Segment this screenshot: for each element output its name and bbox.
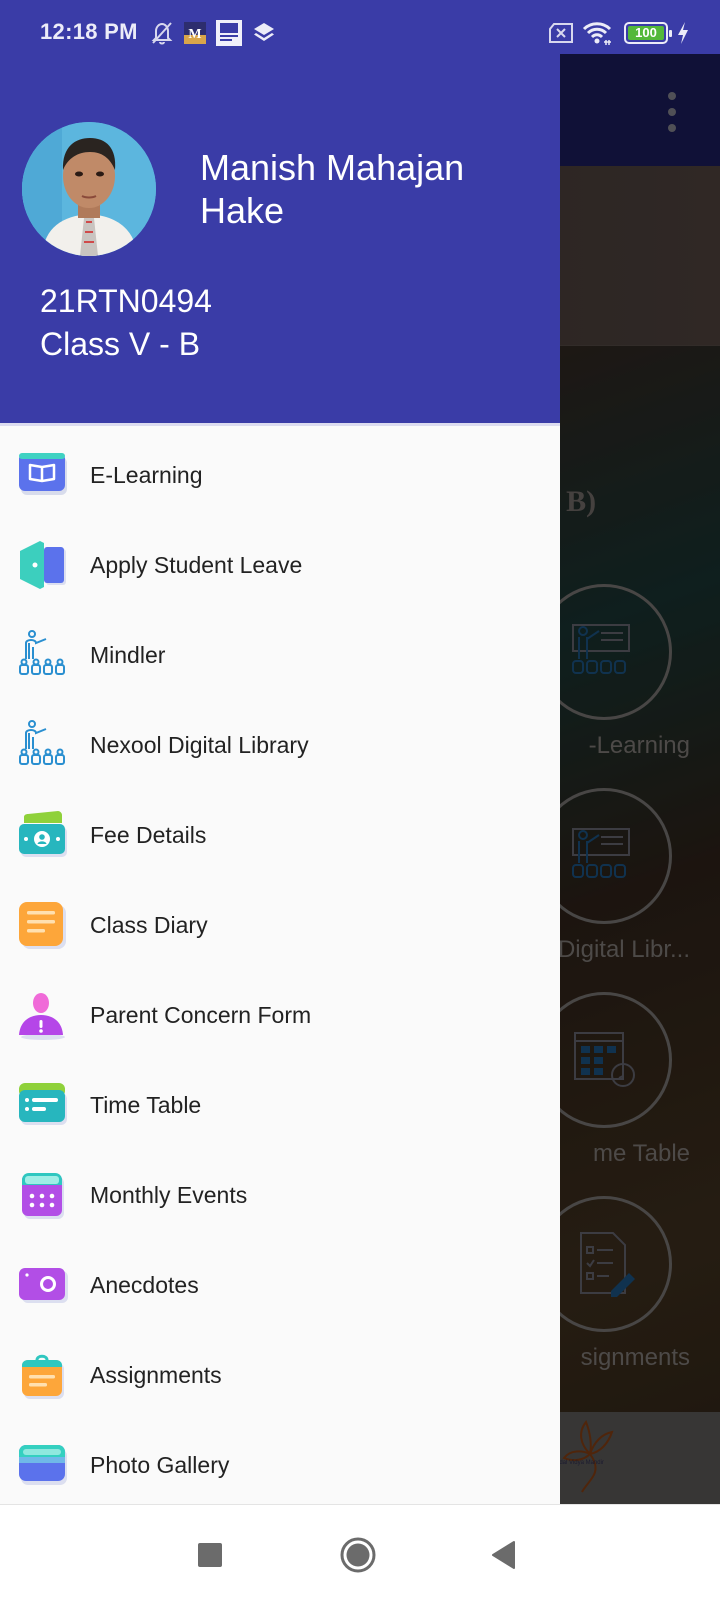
notifications-off-icon bbox=[150, 20, 174, 46]
menu-item-label: Parent Concern Form bbox=[90, 1001, 312, 1028]
user-name: Manish Mahajan Hake bbox=[200, 147, 465, 231]
home-circle-icon bbox=[340, 1537, 376, 1573]
avatar[interactable] bbox=[22, 122, 156, 256]
clipboard-icon bbox=[22, 1354, 64, 1399]
teacher-class-icon bbox=[19, 630, 65, 675]
camera-icon bbox=[19, 1268, 68, 1303]
menu-item-label: Anecdotes bbox=[90, 1271, 199, 1298]
wifi-icon bbox=[582, 20, 612, 46]
menu-item-apply-student-leave[interactable]: Apply Student Leave bbox=[0, 520, 560, 610]
menu-item-e-learning[interactable]: E-Learning bbox=[0, 430, 560, 520]
menu-item-nexool-digital-library[interactable]: Nexool Digital Library bbox=[0, 700, 560, 790]
menu-item-label: Time Table bbox=[90, 1091, 202, 1118]
drawer-header: Manish Mahajan Hake 21RTN0494 Class V - … bbox=[0, 54, 560, 426]
navigation-drawer: Manish Mahajan Hake 21RTN0494 Class V - … bbox=[0, 54, 560, 1504]
door-exit-icon bbox=[20, 541, 66, 589]
sim-card-missing-icon bbox=[548, 20, 574, 46]
menu-item-label: Class Diary bbox=[90, 911, 208, 938]
svg-text:M: M bbox=[188, 27, 201, 42]
menu-item-anecdotes[interactable]: Anecdotes bbox=[0, 1240, 560, 1330]
book-icon bbox=[19, 453, 67, 495]
menu-item-photo-gallery[interactable]: Photo Gallery bbox=[0, 1420, 560, 1510]
schedule-card-icon bbox=[19, 1083, 67, 1125]
menu-item-label: Mindler bbox=[90, 641, 166, 668]
notes-icon bbox=[19, 902, 66, 949]
menu-item-fee-details[interactable]: Fee Details bbox=[0, 790, 560, 880]
home-button[interactable] bbox=[338, 1535, 378, 1575]
recents-square-icon bbox=[198, 1543, 222, 1567]
teacher-class-icon bbox=[19, 720, 65, 765]
money-icon bbox=[19, 811, 67, 857]
drawer-menu: E-Learning Apply Student Leave Mindler N… bbox=[0, 430, 560, 1510]
back-triangle-icon bbox=[492, 1541, 515, 1569]
menu-item-label: Monthly Events bbox=[90, 1181, 248, 1208]
charging-bolt-icon bbox=[676, 20, 690, 46]
menu-item-label: Nexool Digital Library bbox=[90, 731, 309, 758]
menu-item-mindler[interactable]: Mindler bbox=[0, 610, 560, 700]
back-button[interactable] bbox=[484, 1535, 524, 1575]
menu-item-label: Apply Student Leave bbox=[90, 551, 303, 578]
app-m-notification-icon: M bbox=[184, 20, 206, 46]
menu-item-label: Photo Gallery bbox=[90, 1451, 230, 1478]
status-time: 12:18 PM bbox=[40, 19, 138, 44]
battery-icon: 100 bbox=[624, 20, 672, 46]
status-bar: 12:18 PM M 100 bbox=[0, 0, 720, 54]
student-id: 21RTN0494 bbox=[40, 283, 212, 319]
menu-item-label: Fee Details bbox=[90, 821, 207, 848]
menu-item-class-diary[interactable]: Class Diary bbox=[0, 880, 560, 970]
recents-button[interactable] bbox=[190, 1535, 230, 1575]
menu-item-time-table[interactable]: Time Table bbox=[0, 1060, 560, 1150]
menu-item-label: Assignments bbox=[90, 1361, 222, 1388]
document-notification-icon bbox=[216, 20, 242, 46]
student-photo bbox=[22, 122, 156, 256]
menu-item-assignments[interactable]: Assignments bbox=[0, 1330, 560, 1420]
menu-item-label: E-Learning bbox=[90, 461, 203, 488]
menu-item-parent-concern-form[interactable]: Parent Concern Form bbox=[0, 970, 560, 1060]
battery-level: 100 bbox=[635, 25, 657, 40]
calendar-icon bbox=[22, 1173, 64, 1219]
photo-gallery-icon bbox=[19, 1445, 67, 1485]
user-alert-icon bbox=[19, 993, 65, 1040]
layers-notification-icon bbox=[252, 20, 276, 46]
menu-item-monthly-events[interactable]: Monthly Events bbox=[0, 1150, 560, 1240]
student-class: Class V - B bbox=[40, 326, 201, 362]
system-navigation-bar bbox=[0, 1504, 720, 1600]
